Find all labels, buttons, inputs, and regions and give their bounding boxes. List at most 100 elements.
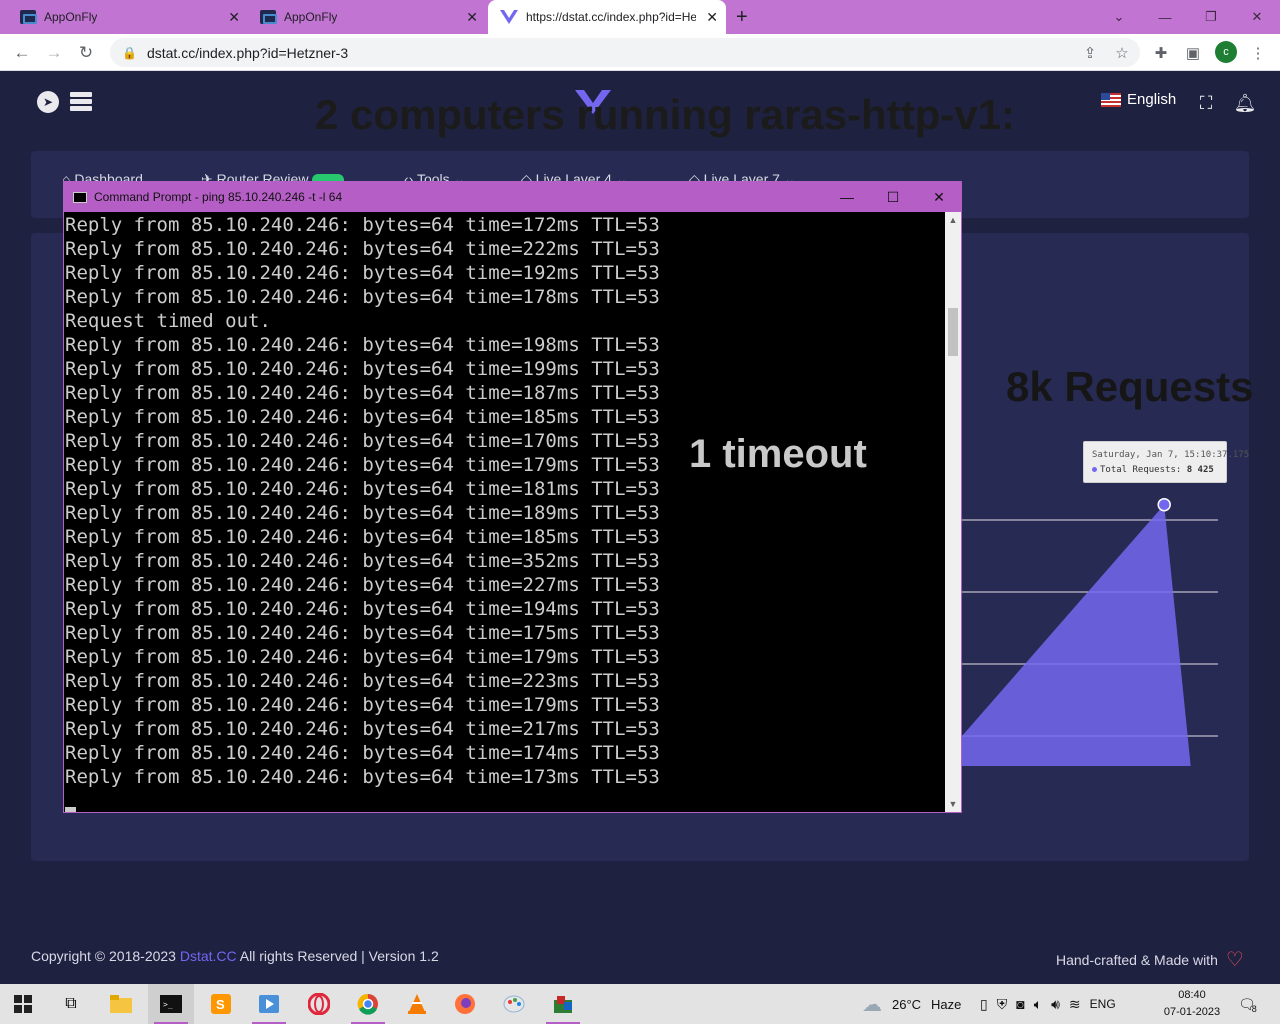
- chrome-icon[interactable]: [345, 984, 391, 1024]
- back-icon[interactable]: ←: [9, 40, 35, 66]
- cmd-output-line: Reply from 85.10.240.246: bytes=64 time=…: [65, 526, 660, 548]
- bookmark-star-icon[interactable]: ☆: [1111, 42, 1133, 64]
- new-tab-button[interactable]: +: [736, 0, 760, 34]
- system-clock[interactable]: 08:40 07-01-2023: [1160, 987, 1224, 1021]
- cmd-output-line: Request timed out.: [65, 310, 271, 332]
- side-panel-icon[interactable]: ▣: [1182, 42, 1204, 64]
- sublime-text-icon[interactable]: S: [198, 984, 244, 1024]
- cmd-output-line: Reply from 85.10.240.246: bytes=64 time=…: [65, 238, 660, 260]
- browser-tab-1[interactable]: AppOnFly ✕: [8, 0, 248, 34]
- browser-tab-active[interactable]: https://dstat.cc/index.php?id=He ✕: [488, 0, 726, 34]
- cmd-output-line: Reply from 85.10.240.246: bytes=64 time=…: [65, 550, 660, 572]
- vlc-icon[interactable]: [394, 984, 440, 1024]
- tooltip-label: Total Requests:: [1100, 465, 1182, 475]
- made-with-text: Hand-crafted & Made with: [1056, 951, 1218, 968]
- series-total-requests-area[interactable]: [962, 504, 1207, 766]
- command-prompt-window[interactable]: Command Prompt - ping 85.10.240.246 -t -…: [63, 181, 962, 813]
- package-app-icon[interactable]: [540, 984, 586, 1024]
- share-icon[interactable]: ⇪: [1079, 42, 1101, 64]
- profile-avatar[interactable]: c: [1215, 41, 1237, 63]
- browser-tab-2[interactable]: AppOnFly ✕: [248, 0, 486, 34]
- fullscreen-icon[interactable]: ⛶: [1195, 92, 1217, 114]
- reload-icon[interactable]: ↻: [73, 40, 99, 66]
- cmd-output-line: Reply from 85.10.240.246: bytes=64 time=…: [65, 334, 660, 356]
- media-player-icon[interactable]: [246, 984, 292, 1024]
- bell-icon[interactable]: 🔔︎: [1234, 92, 1257, 114]
- usb-icon[interactable]: ▯: [980, 996, 988, 1013]
- cmd-minimize-icon[interactable]: —: [824, 182, 870, 212]
- tab-title: AppOnFly: [284, 10, 338, 24]
- dstat-link[interactable]: Dstat.CC: [180, 948, 237, 964]
- file-explorer-icon[interactable]: [98, 984, 144, 1024]
- firefox-icon[interactable]: [442, 984, 488, 1024]
- footer-made-with: Hand-crafted & Made with ♡: [1056, 947, 1244, 972]
- clock-time: 08:40: [1178, 989, 1206, 1001]
- cmd-output-line: Reply from 85.10.240.246: bytes=64 time=…: [65, 622, 660, 644]
- volume-icon[interactable]: 🔊︎: [1051, 996, 1060, 1013]
- weather-temp: 26°C: [892, 996, 922, 1012]
- speaker-muted-icon[interactable]: 🔈︎: [1034, 996, 1042, 1013]
- us-flag-icon: [1101, 92, 1121, 107]
- windows-taskbar: ⧉ >_ S ☁ 26°C Haze ▯ ⛨ ◙ 🔈︎ 🔊︎ ≋ ENG 08:…: [0, 984, 1280, 1024]
- close-tab-icon[interactable]: ✕: [706, 9, 718, 26]
- cmd-close-icon[interactable]: ✕: [916, 182, 962, 212]
- chart-data-point[interactable]: [1157, 497, 1171, 512]
- close-window-icon[interactable]: ✕: [1234, 0, 1280, 34]
- svg-text:S: S: [216, 997, 225, 1012]
- webcam-icon[interactable]: ◙: [1016, 996, 1024, 1012]
- cmd-scrollbar[interactable]: ▲ ▼: [945, 212, 961, 812]
- opera-icon[interactable]: [296, 984, 342, 1024]
- start-windows-icon[interactable]: [0, 984, 46, 1024]
- menu-kebab-icon[interactable]: ⋮: [1247, 42, 1269, 64]
- weather-widget[interactable]: ☁ 26°C Haze: [862, 984, 961, 1024]
- overlay-title: 2 computers running raras-http-v1:: [314, 91, 1016, 138]
- language-label: English: [1127, 91, 1177, 108]
- cmd-title-bar[interactable]: Command Prompt - ping 85.10.240.246 -t -…: [64, 182, 961, 212]
- timeout-annotation: 1 timeout: [689, 432, 867, 476]
- scroll-down-icon[interactable]: ▼: [945, 796, 961, 812]
- paint-icon[interactable]: [491, 984, 537, 1024]
- cmd-output-line: Reply from 85.10.240.246: bytes=64 time=…: [65, 598, 660, 620]
- extensions-icon[interactable]: ✚: [1150, 42, 1172, 64]
- url-text[interactable]: dstat.cc/index.php?id=Hetzner-3: [147, 45, 348, 61]
- series-dot-icon: [1092, 467, 1097, 472]
- cmd-output-line: Reply from 85.10.240.246: bytes=64 time=…: [65, 286, 660, 308]
- lock-icon[interactable]: 🔒: [122, 46, 137, 60]
- cmd-output-line: Reply from 85.10.240.246: bytes=64 time=…: [65, 358, 660, 380]
- cmd-output-line: Reply from 85.10.240.246: bytes=64 time=…: [65, 718, 660, 740]
- forward-icon[interactable]: →: [41, 40, 67, 66]
- chart-tooltip: Saturday, Jan 7, 15:10:37.175 Total Requ…: [1083, 441, 1249, 483]
- cmd-output-line: Reply from 85.10.240.246: bytes=64 time=…: [65, 406, 660, 428]
- cmd-taskbar-icon[interactable]: >_: [148, 984, 194, 1024]
- tooltip-value: 8 425: [1186, 465, 1214, 475]
- apponfly-favicon-icon: [20, 10, 37, 24]
- address-bar[interactable]: 🔒 dstat.cc/index.php?id=Hetzner-3: [110, 38, 1140, 67]
- wifi-icon[interactable]: ≋: [1069, 996, 1081, 1013]
- input-language[interactable]: ENG: [1090, 997, 1116, 1011]
- cmd-output[interactable]: Reply from 85.10.240.246: bytes=64 time=…: [65, 212, 945, 812]
- cmd-app-icon: [73, 191, 87, 203]
- task-view-icon[interactable]: ⧉: [48, 984, 94, 1024]
- scroll-up-icon[interactable]: ▲: [945, 212, 961, 228]
- cmd-output-line: Reply from 85.10.240.246: bytes=64 time=…: [65, 262, 660, 284]
- cmd-output-line: Reply from 85.10.240.246: bytes=64 time=…: [65, 646, 660, 668]
- cmd-output-line: Reply from 85.10.240.246: bytes=64 time=…: [65, 382, 660, 404]
- cmd-output-line: Reply from 85.10.240.246: bytes=64 time=…: [65, 214, 660, 236]
- notification-center-icon[interactable]: 🗨︎ 8: [1238, 984, 1257, 1024]
- scroll-thumb[interactable]: [948, 308, 958, 356]
- tab-search-icon[interactable]: ⌄: [1096, 0, 1142, 34]
- security-shield-icon[interactable]: ⛨: [997, 996, 1008, 1013]
- close-tab-icon[interactable]: ✕: [466, 9, 478, 26]
- close-tab-icon[interactable]: ✕: [228, 9, 240, 26]
- requests-area-chart[interactable]: 15:10:2515:10:3015:10:3515:10:40: [962, 436, 1232, 766]
- cmd-output-line: Reply from 85.10.240.246: bytes=64 time=…: [65, 502, 660, 524]
- tooltip-value-row: Total Requests: 8 425: [1092, 465, 1214, 475]
- browser-tab-bar: AppOnFly ✕ AppOnFly ✕ https://dstat.cc/i…: [0, 0, 1280, 34]
- language-selector[interactable]: English: [1101, 91, 1176, 108]
- cmd-output-line: Reply from 85.10.240.246: bytes=64 time=…: [65, 766, 660, 788]
- cmd-cursor: [65, 807, 76, 812]
- restore-icon[interactable]: ❐: [1188, 0, 1234, 34]
- cmd-maximize-icon[interactable]: ☐: [870, 182, 916, 212]
- system-tray: ▯ ⛨ ◙ 🔈︎ 🔊︎ ≋ ENG: [980, 984, 1116, 1024]
- minimize-icon[interactable]: —: [1142, 0, 1188, 34]
